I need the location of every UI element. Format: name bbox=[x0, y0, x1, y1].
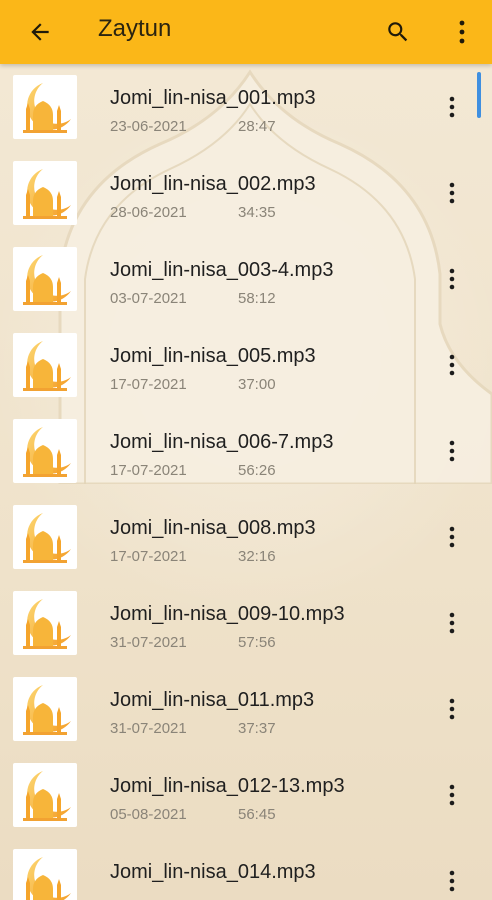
file-name: Jomi_lin-nisa_011.mp3 bbox=[110, 689, 315, 711]
file-date: 03-07-2021 bbox=[110, 290, 187, 307]
more-vert-icon bbox=[449, 440, 455, 462]
list-item[interactable]: Jomi_lin-nisa_006-7.mp3 17-07-2021 56:26 bbox=[0, 408, 492, 494]
more-vert-icon bbox=[449, 354, 455, 376]
file-name: Jomi_lin-nisa_002.mp3 bbox=[110, 173, 316, 195]
file-duration: 56:45 bbox=[238, 806, 276, 823]
file-name: Jomi_lin-nisa_009-10.mp3 bbox=[110, 603, 345, 625]
file-duration: 37:00 bbox=[238, 376, 276, 393]
item-menu-button[interactable] bbox=[438, 262, 466, 296]
search-icon bbox=[388, 22, 408, 42]
mosque-crescent-icon bbox=[23, 513, 72, 563]
more-vert-icon bbox=[449, 784, 455, 806]
mosque-crescent-icon bbox=[23, 599, 72, 649]
list-item[interactable]: Jomi_lin-nisa_011.mp3 31-07-2021 37:37 bbox=[0, 666, 492, 752]
more-vert-icon bbox=[459, 20, 465, 44]
item-menu-button[interactable] bbox=[438, 692, 466, 726]
more-vert-icon bbox=[449, 612, 455, 634]
item-menu-button[interactable] bbox=[438, 606, 466, 640]
more-vert-icon bbox=[449, 96, 455, 118]
file-date: 31-07-2021 bbox=[110, 720, 187, 737]
item-menu-button[interactable] bbox=[438, 90, 466, 124]
file-date: 17-07-2021 bbox=[110, 462, 187, 479]
search-button[interactable] bbox=[376, 10, 420, 54]
file-name: Jomi_lin-nisa_012-13.mp3 bbox=[110, 775, 345, 797]
file-duration: 58:12 bbox=[238, 290, 276, 307]
file-name: Jomi_lin-nisa_001.mp3 bbox=[110, 87, 316, 109]
mosque-crescent-icon bbox=[23, 685, 72, 735]
file-duration: 32:16 bbox=[238, 548, 276, 565]
mosque-crescent-icon bbox=[23, 771, 72, 821]
file-name: Jomi_lin-nisa_003-4.mp3 bbox=[110, 259, 334, 281]
file-date: 05-08-2021 bbox=[110, 806, 187, 823]
file-duration: 28:47 bbox=[238, 118, 276, 135]
file-date: 28-06-2021 bbox=[110, 204, 187, 221]
list-item[interactable]: Jomi_lin-nisa_012-13.mp3 05-08-2021 56:4… bbox=[0, 752, 492, 838]
file-thumbnail bbox=[13, 75, 77, 139]
file-thumbnail bbox=[13, 677, 77, 741]
mosque-crescent-icon bbox=[23, 169, 72, 219]
file-date: 17-07-2021 bbox=[110, 548, 187, 565]
list-item[interactable]: Jomi_lin-nisa_008.mp3 17-07-2021 32:16 bbox=[0, 494, 492, 580]
list-item[interactable]: Jomi_lin-nisa_002.mp3 28-06-2021 34:35 bbox=[0, 150, 492, 236]
file-name: Jomi_lin-nisa_008.mp3 bbox=[110, 517, 316, 539]
file-thumbnail bbox=[13, 419, 77, 483]
arrow-back-icon bbox=[31, 23, 49, 41]
more-vert-icon bbox=[449, 870, 455, 892]
file-name: Jomi_lin-nisa_005.mp3 bbox=[110, 345, 316, 367]
file-duration: 37:37 bbox=[238, 720, 276, 737]
file-thumbnail bbox=[13, 505, 77, 569]
file-name: Jomi_lin-nisa_014.mp3 bbox=[110, 861, 316, 883]
list-item[interactable]: Jomi_lin-nisa_005.mp3 17-07-2021 37:00 bbox=[0, 322, 492, 408]
mosque-crescent-icon bbox=[26, 857, 71, 900]
item-menu-button[interactable] bbox=[438, 348, 466, 382]
list-item[interactable]: Jomi_lin-nisa_001.mp3 23-06-2021 28:47 bbox=[0, 64, 492, 150]
list-item[interactable]: Jomi_lin-nisa_003-4.mp3 03-07-2021 58:12 bbox=[0, 236, 492, 322]
file-name: Jomi_lin-nisa_006-7.mp3 bbox=[110, 431, 334, 453]
file-list: Jomi_lin-nisa_001.mp3 23-06-2021 28:47 J… bbox=[0, 64, 492, 900]
more-vert-icon bbox=[449, 268, 455, 290]
overflow-menu-button[interactable] bbox=[444, 10, 480, 54]
app-bar: Zaytun bbox=[0, 0, 492, 64]
item-menu-button[interactable] bbox=[438, 864, 466, 898]
mosque-crescent-icon bbox=[23, 83, 72, 133]
more-vert-icon bbox=[449, 698, 455, 720]
more-vert-icon bbox=[449, 526, 455, 548]
file-duration: 57:56 bbox=[238, 634, 276, 651]
file-date: 17-07-2021 bbox=[110, 376, 187, 393]
file-thumbnail bbox=[13, 247, 77, 311]
file-thumbnail bbox=[13, 591, 77, 655]
item-menu-button[interactable] bbox=[438, 778, 466, 812]
file-date: 23-06-2021 bbox=[110, 118, 187, 135]
file-thumbnail bbox=[13, 333, 77, 397]
item-menu-button[interactable] bbox=[438, 520, 466, 554]
back-button[interactable] bbox=[18, 10, 62, 54]
page-title: Zaytun bbox=[98, 15, 172, 42]
mosque-crescent-icon bbox=[23, 427, 72, 477]
list-item[interactable]: Jomi_lin-nisa_014.mp3 bbox=[0, 838, 492, 900]
more-vert-icon bbox=[449, 182, 455, 204]
scrollbar[interactable] bbox=[477, 72, 481, 118]
mosque-crescent-icon bbox=[23, 255, 72, 305]
mosque-crescent-icon bbox=[23, 341, 72, 391]
file-thumbnail bbox=[13, 849, 77, 900]
file-thumbnail bbox=[13, 763, 77, 827]
file-date: 31-07-2021 bbox=[110, 634, 187, 651]
item-menu-button[interactable] bbox=[438, 434, 466, 468]
file-duration: 34:35 bbox=[238, 204, 276, 221]
file-duration: 56:26 bbox=[238, 462, 276, 479]
list-item[interactable]: Jomi_lin-nisa_009-10.mp3 31-07-2021 57:5… bbox=[0, 580, 492, 666]
file-thumbnail bbox=[13, 161, 77, 225]
item-menu-button[interactable] bbox=[438, 176, 466, 210]
